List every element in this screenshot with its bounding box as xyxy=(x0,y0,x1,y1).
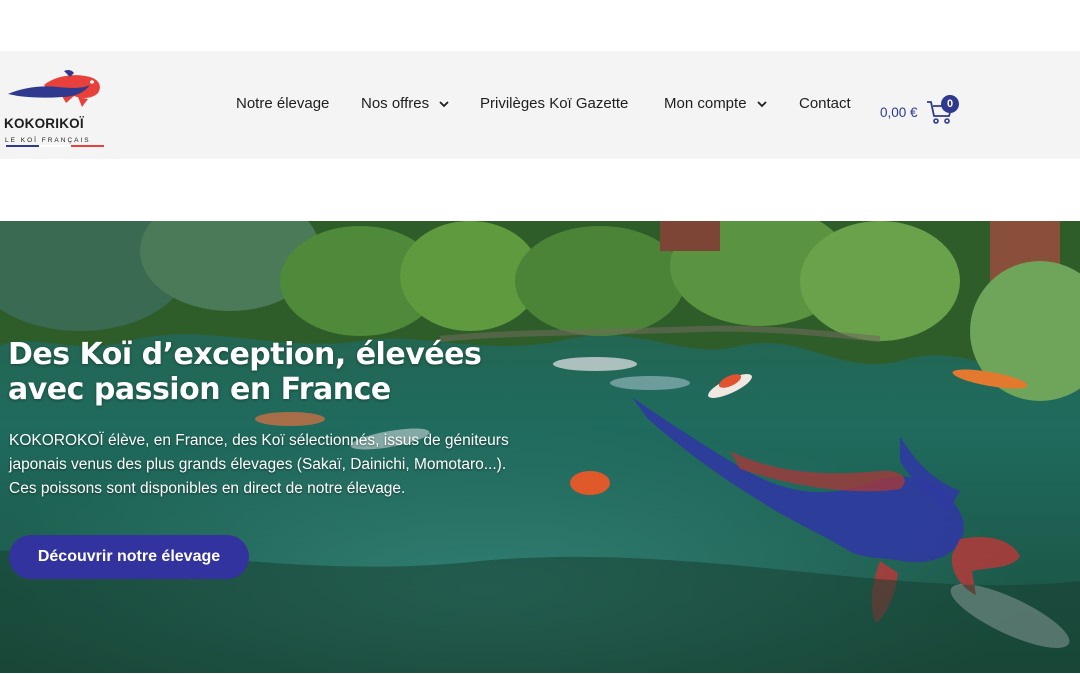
nav-mon-compte[interactable]: Mon compte xyxy=(664,95,767,112)
nav-label: Mon compte xyxy=(664,95,747,112)
chevron-down-icon xyxy=(439,100,449,107)
hero-title: Des Koï d’exception, élevées avec passio… xyxy=(8,337,482,408)
cart-count-badge: 0 xyxy=(941,95,959,113)
koi-logo-icon xyxy=(8,69,100,107)
cart-total: 0,00 € xyxy=(880,105,918,120)
nav-notre-elevage[interactable]: Notre élevage xyxy=(236,95,329,112)
brand-color-line xyxy=(6,134,104,147)
nav-label: Notre élevage xyxy=(236,95,330,112)
hero-section: Des Koï d’exception, élevées avec passio… xyxy=(0,221,1080,673)
brand-name: KOKORIKOÏ xyxy=(4,116,84,131)
nav-label: Nos offres xyxy=(361,95,430,112)
nav-nos-offres[interactable]: Nos offres xyxy=(361,95,449,112)
cart-button[interactable]: 0,00 € 0 xyxy=(880,93,970,133)
nav-privileges-koi-gazette[interactable]: Privilèges Koï Gazette xyxy=(480,95,628,112)
brand-tagline: LE KOÏ FRANÇAIS xyxy=(5,137,91,144)
hero-description: KOKOROKOÏ élève, en France, des Koï séle… xyxy=(9,431,509,497)
site-header: KOKORIKOÏ LE KOÏ FRANÇAIS Notre élevage … xyxy=(0,51,1080,159)
brand-logo[interactable]: KOKORIKOÏ LE KOÏ FRANÇAIS xyxy=(4,63,108,149)
nav-label: Contact xyxy=(799,95,851,112)
discover-breeding-button[interactable]: Découvrir notre élevage xyxy=(9,535,249,579)
nav-label: Privilèges Koï Gazette xyxy=(480,95,629,112)
nav-contact[interactable]: Contact xyxy=(799,95,851,112)
chevron-down-icon xyxy=(757,100,767,107)
